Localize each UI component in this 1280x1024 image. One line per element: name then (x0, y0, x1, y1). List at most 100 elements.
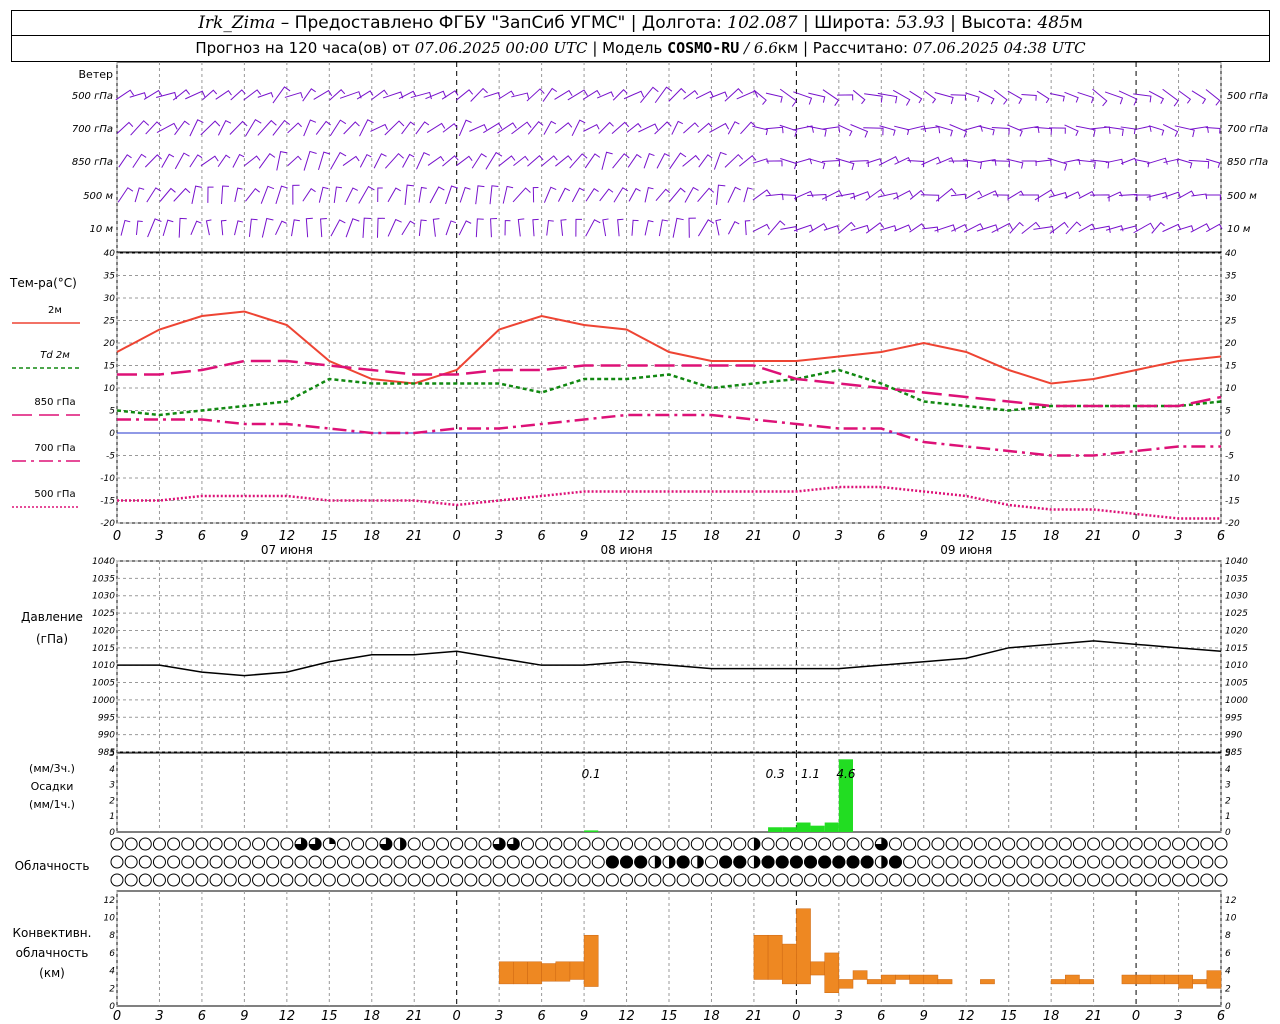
cloud-symbol (1115, 855, 1129, 869)
wind-barb (627, 153, 642, 168)
cloud-symbol (110, 855, 124, 869)
cloud-symbol (676, 837, 690, 851)
cloud-symbol (237, 855, 251, 869)
wind-barb (1007, 90, 1023, 104)
convective-block (1149, 974, 1165, 985)
cloud-symbol (959, 837, 973, 851)
wind-barb (794, 158, 813, 165)
x-tick-label: 18 (703, 1009, 720, 1024)
x-tick-label: 12 (279, 529, 296, 544)
wind-barb (837, 94, 854, 101)
wind-barb (1075, 159, 1096, 169)
wind-barb (377, 187, 383, 203)
wind-title: Ветер (79, 68, 113, 81)
wind-barb (345, 218, 360, 238)
wind-level-label-right: 700 гПа (1227, 124, 1268, 135)
cloud-symbol (336, 855, 350, 869)
convective-block (895, 974, 910, 980)
wind-barb (498, 90, 515, 100)
cloud-symbol (1044, 873, 1058, 887)
convective-block (767, 934, 783, 980)
wind-barb (116, 121, 134, 134)
wind-barb (724, 88, 744, 102)
wind-barb (373, 153, 387, 169)
cloud-symbol (888, 873, 902, 887)
temperature-axis-title: Тем-ра(°С) (9, 276, 77, 290)
cloud-symbol (1200, 837, 1214, 851)
y-tick-label-left: 995 (98, 713, 115, 723)
cloud-symbol (351, 873, 365, 887)
wind-barb (864, 93, 883, 103)
convective-block (866, 979, 882, 985)
cloud-symbol (252, 873, 266, 887)
wind-barb (318, 186, 329, 203)
y-tick-label-right: 1010 (1225, 661, 1248, 671)
cloud-symbol (223, 837, 237, 851)
cloud-symbol (1030, 873, 1044, 887)
wind-barb (765, 126, 784, 134)
wind-barb (402, 153, 415, 168)
wind-barb (1019, 194, 1039, 202)
convective-block (541, 963, 557, 982)
precip-tick-right: 5 (1225, 749, 1231, 759)
wind-barb (272, 86, 291, 104)
cloud-symbol (421, 873, 435, 887)
x-tick-label: 18 (1043, 529, 1060, 544)
wind-barb (575, 218, 583, 237)
convective-block (796, 908, 811, 985)
wind-barb (217, 119, 232, 136)
cloud-symbol (846, 873, 860, 887)
conv-tick-left: 10 (104, 914, 116, 924)
y-tick-label-left: -10 (100, 474, 115, 484)
x-tick-label: 3 (835, 1009, 843, 1024)
cloud-symbol (860, 873, 874, 887)
cloud-symbol (266, 837, 280, 851)
wind-barb (806, 125, 827, 137)
cloud-symbol (280, 855, 294, 869)
x-tick-label: 15 (321, 1009, 338, 1024)
wind-barb (146, 187, 162, 203)
cloud-symbol (535, 837, 549, 851)
wind-barb (1033, 226, 1055, 234)
wind-barb (672, 217, 684, 238)
cloud-symbol (308, 873, 322, 887)
cloud-symbol (1002, 855, 1016, 869)
conv-tick-left: 2 (109, 984, 115, 994)
y-tick-label-left: 1025 (92, 609, 115, 619)
wind-barb (258, 152, 276, 169)
wind-barb (458, 119, 472, 137)
x-tick-label: 0 (113, 1009, 121, 1024)
wind-barb (147, 218, 162, 238)
wind-barb (644, 187, 654, 203)
wind-barb (429, 186, 445, 204)
cloud-symbol (789, 873, 803, 887)
cloud-symbol (1030, 855, 1044, 869)
wind-barb (669, 152, 687, 170)
wind-barb (161, 153, 175, 168)
wind-barb (626, 122, 642, 133)
wind-barb (303, 150, 317, 171)
wind-barb (683, 90, 699, 100)
wind-barb (234, 187, 243, 202)
cloud-symbol (520, 873, 534, 887)
cloud-symbol (747, 873, 761, 887)
wind-barb (1146, 157, 1168, 165)
wind-barb (698, 154, 713, 168)
x-tick-label: 6 (877, 1009, 885, 1024)
cloud-symbol (379, 855, 393, 869)
wind-barb (727, 121, 740, 135)
cloud-symbol (1002, 837, 1016, 851)
precip-tick-right: 1 (1225, 812, 1231, 822)
conv-tick-right: 10 (1225, 914, 1237, 924)
wind-barb (543, 120, 557, 135)
cloud-symbol (110, 837, 124, 851)
convective-block (980, 979, 995, 985)
wind-barb (345, 187, 358, 203)
precip-tick-left: 2 (109, 796, 115, 806)
cloud-symbol (903, 873, 917, 887)
wind-barb (532, 187, 539, 203)
y-tick-label-left: 1015 (92, 644, 115, 654)
wind-barb (159, 187, 176, 202)
cloud-symbol-full (620, 855, 634, 869)
wind-barb (1065, 221, 1082, 235)
